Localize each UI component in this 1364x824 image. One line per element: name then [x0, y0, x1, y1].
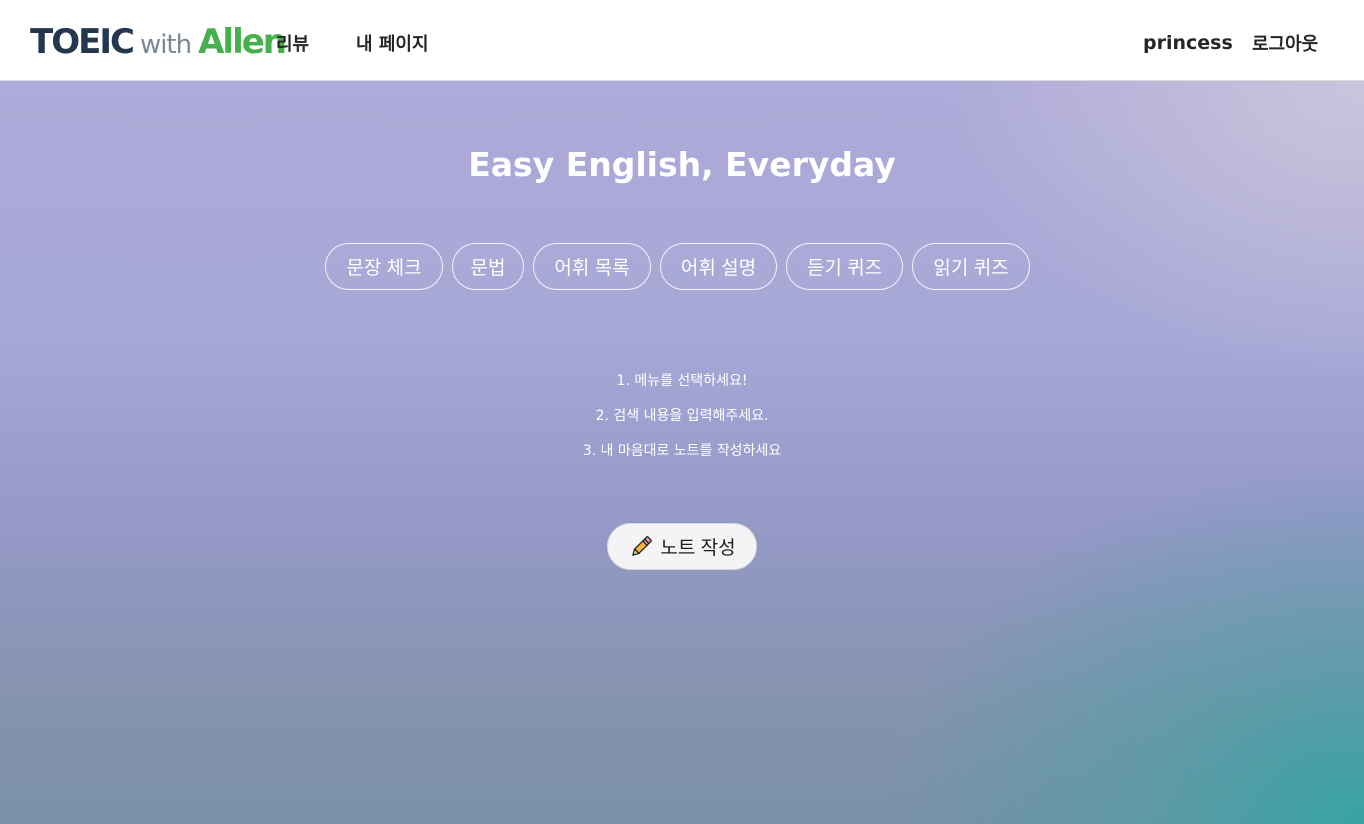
menu-reading-quiz-button[interactable]: 읽기 퀴즈	[912, 243, 1030, 290]
instruction-step-3: 3. 내 마음대로 노트를 작성하세요	[582, 443, 782, 459]
logo-toeic-text: TOEIC	[30, 22, 135, 62]
menu-sentence-check-button[interactable]: 문장 체크	[325, 243, 443, 290]
write-note-button[interactable]: 노트 작성	[607, 523, 757, 570]
logo-allen-text: Allen	[198, 22, 287, 62]
write-note-label: 노트 작성	[660, 538, 736, 559]
nav-review-link[interactable]: 리뷰	[276, 30, 309, 56]
pencil-icon	[632, 535, 653, 556]
instruction-list: 1. 메뉴를 선택하세요! 2. 검색 내용을 입력해주세요. 3. 내 마음대…	[0, 371, 1364, 476]
logo-with-text: with	[139, 30, 192, 60]
site-logo[interactable]: TOEIC with Allen	[30, 22, 287, 62]
top-navbar: TOEIC with Allen 리뷰 내 페이지 princess 로그아웃	[0, 0, 1364, 81]
nav-mypage-link[interactable]: 내 페이지	[356, 30, 429, 56]
logout-link[interactable]: 로그아웃	[1252, 30, 1318, 56]
instruction-step-1: 1. 메뉴를 선택하세요!	[616, 373, 748, 389]
menu-listening-quiz-button[interactable]: 듣기 퀴즈	[786, 243, 903, 290]
instruction-step-2: 2. 검색 내용을 입력해주세요.	[595, 408, 769, 424]
hero-title: Easy English, Everyday	[468, 145, 896, 184]
menu-chip-list: 문장 체크 문법 어휘 목록 어휘 설명 듣기 퀴즈 읽기 퀴즈	[325, 243, 1030, 290]
menu-vocab-explain-button[interactable]: 어휘 설명	[660, 243, 777, 290]
menu-grammar-button[interactable]: 문법	[452, 243, 524, 290]
hero-section: Easy English, Everyday 문장 체크 문법 어휘 목록 어휘…	[0, 81, 1364, 824]
username-label: princess	[1143, 32, 1233, 54]
menu-vocab-list-button[interactable]: 어휘 목록	[533, 243, 651, 290]
